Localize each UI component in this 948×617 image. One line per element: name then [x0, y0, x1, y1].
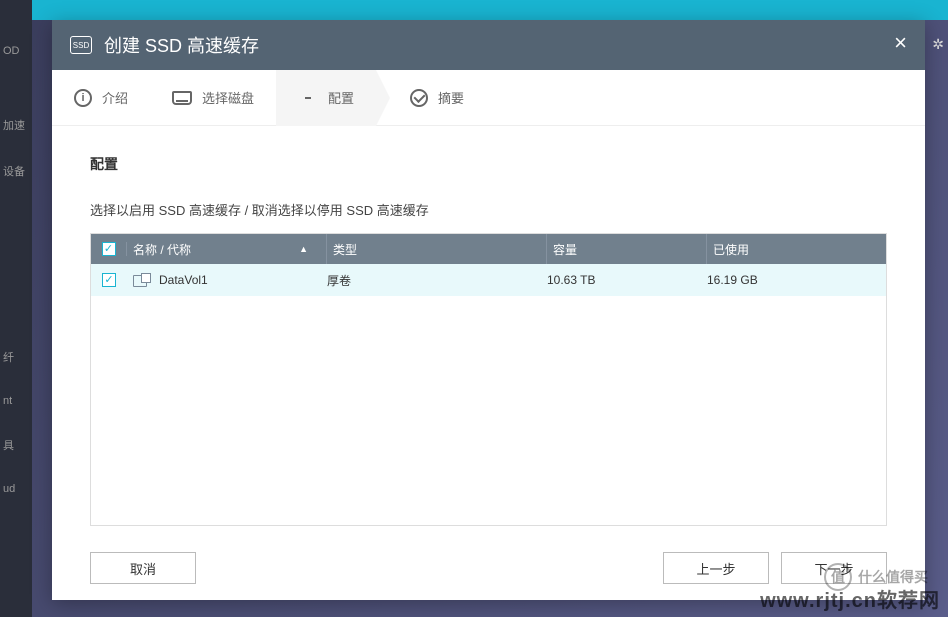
section-description: 选择以启用 SSD 高速缓存 / 取消选择以停用 SSD 高速缓存 — [90, 200, 887, 219]
previous-button[interactable]: 上一步 — [663, 552, 769, 584]
select-all-checkbox[interactable]: ✓ — [102, 242, 116, 256]
row-checkbox[interactable]: ✓ — [102, 273, 116, 287]
check-icon — [410, 89, 428, 107]
section-title: 配置 — [90, 154, 887, 174]
step-label: 介绍 — [102, 88, 128, 107]
step-select-disk[interactable]: 选择磁盘 — [150, 70, 276, 126]
background-topbar — [0, 0, 948, 20]
table-header: ✓ 名称 / 代称 ▲ 类型 容量 已使用 — [91, 234, 886, 264]
volume-name: DataVol1 — [159, 273, 208, 287]
step-configure[interactable]: 配置 — [276, 70, 376, 126]
step-summary[interactable]: 摘要 — [376, 70, 486, 126]
step-label: 配置 — [328, 88, 354, 107]
sort-arrow-icon: ▲ — [299, 244, 308, 254]
column-header-name[interactable]: 名称 / 代称 ▲ — [127, 234, 327, 264]
background-puzzle-icon: ✲ — [932, 36, 944, 53]
cancel-button[interactable]: 取消 — [90, 552, 196, 584]
step-intro[interactable]: i 介绍 — [52, 70, 150, 126]
close-button[interactable]: × — [894, 32, 907, 54]
row-type-cell: 厚卷 — [327, 272, 547, 289]
dialog-title: 创建 SSD 高速缓存 — [104, 32, 259, 58]
badge-text: 什么值得买 — [858, 567, 928, 587]
column-header-capacity[interactable]: 容量 — [547, 234, 707, 264]
background-sidebar: OD 加速 设备 纤 nt 具 ud — [0, 0, 32, 617]
table-row[interactable]: ✓ DataVol1 厚卷 10.63 TB 16.19 GB — [91, 264, 886, 296]
dialog-body: 配置 选择以启用 SSD 高速缓存 / 取消选择以停用 SSD 高速缓存 ✓ 名… — [52, 126, 925, 536]
volume-table: ✓ 名称 / 代称 ▲ 类型 容量 已使用 ✓ DataVol1 厚卷 — [90, 233, 887, 526]
step-label: 摘要 — [438, 88, 464, 107]
ssd-cache-dialog: SSD 创建 SSD 高速缓存 × i 介绍 选择磁盘 配置 摘要 配置 选择以… — [52, 20, 925, 600]
disk-icon — [172, 91, 192, 105]
row-checkbox-cell: ✓ — [91, 273, 127, 287]
dialog-header: SSD 创建 SSD 高速缓存 × — [52, 20, 925, 70]
config-icon — [298, 91, 318, 105]
row-name-cell: DataVol1 — [127, 273, 327, 287]
wizard-steps: i 介绍 选择磁盘 配置 摘要 — [52, 70, 925, 126]
badge-icon: 值 — [824, 563, 852, 591]
column-header-type[interactable]: 类型 — [327, 234, 547, 264]
header-checkbox-cell: ✓ — [91, 242, 127, 256]
column-header-used[interactable]: 已使用 — [707, 241, 886, 258]
step-label: 选择磁盘 — [202, 88, 254, 107]
volume-icon — [133, 273, 151, 287]
ssd-icon: SSD — [70, 36, 92, 54]
row-capacity-cell: 10.63 TB — [547, 273, 707, 287]
row-used-cell: 16.19 GB — [707, 273, 886, 287]
watermark-badge: 值 什么值得买 — [824, 563, 928, 591]
info-icon: i — [74, 89, 92, 107]
